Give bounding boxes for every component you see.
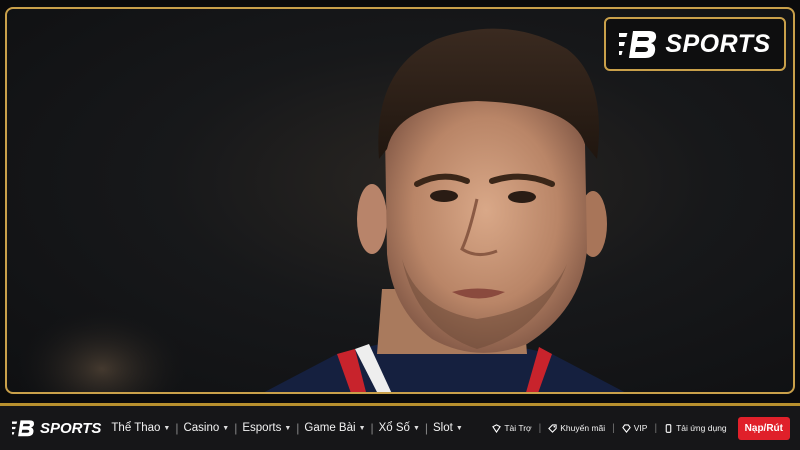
menu-item-xo-so[interactable]: Xổ Số ▼ — [379, 422, 420, 434]
phone-icon — [665, 423, 672, 433]
chevron-down-icon: ▼ — [358, 424, 366, 432]
diamond-icon — [621, 423, 631, 433]
menu-item-label: Slot — [433, 422, 453, 434]
menu-item-label: Xổ Số — [378, 422, 410, 434]
main-menu: Thể Thao ▼ | Casino ▼ | Esports ▼ | Game Bà… — [111, 421, 462, 435]
utility-links: Tài Trợ | Khuyến mãi | VIP | Tải ứng dụn… — [492, 416, 790, 440]
menu-divider: | — [424, 421, 429, 435]
menu-divider: | — [296, 421, 300, 435]
menu-item-esports[interactable]: Esports ▼ — [242, 422, 291, 434]
menu-item-label: Casino — [183, 422, 220, 434]
nav-logo[interactable]: SPORTS — [12, 418, 101, 438]
chevron-down-icon: ▼ — [222, 424, 230, 432]
menu-item-slot[interactable]: Slot ▼ — [433, 422, 463, 434]
b-logo-icon — [12, 420, 35, 437]
menu-item-label: Thể Thao — [111, 422, 161, 434]
chevron-down-icon: ▼ — [455, 424, 463, 432]
chevron-down-icon: ▼ — [284, 424, 292, 432]
deposit-withdraw-button[interactable]: Nạp/Rút — [737, 416, 790, 440]
menu-item-the-thao[interactable]: Thể Thao ▼ — [111, 422, 170, 434]
menu-item-game-bai[interactable]: Game Bài ▼ — [304, 422, 365, 434]
chevron-down-icon: ▼ — [412, 424, 420, 432]
menu-item-label: Esports — [242, 422, 282, 434]
chevron-down-icon: ▼ — [163, 424, 171, 432]
download-app-link[interactable]: Tải ứng dụng — [664, 423, 727, 433]
bottom-nav-bar: SPORTS Thể Thao ▼ | Casino ▼ | Esports ▼ | … — [0, 403, 800, 450]
download-app-label: Tải ứng dụng — [676, 423, 727, 433]
sponsor-label: Tài Trợ — [504, 423, 532, 433]
brand-name: SPORTS — [665, 29, 771, 58]
menu-item-label: Game Bài — [304, 422, 356, 434]
utility-divider: | — [538, 422, 542, 434]
menu-divider: | — [370, 421, 374, 435]
utility-divider: | — [612, 422, 615, 434]
tag-icon — [548, 423, 557, 433]
brand-logo-badge: SPORTS — [604, 17, 786, 71]
promotions-label: Khuyến mãi — [560, 423, 606, 433]
menu-divider: | — [234, 421, 238, 435]
sponsor-link[interactable]: Tài Trợ — [492, 423, 532, 433]
vip-link[interactable]: VIP — [621, 423, 648, 433]
menu-divider: | — [175, 421, 179, 435]
utility-divider: | — [654, 422, 658, 434]
menu-item-casino[interactable]: Casino ▼ — [183, 422, 229, 434]
sponsor-icon — [492, 423, 502, 433]
vip-label: VIP — [633, 423, 648, 433]
nav-brand-name: SPORTS — [40, 419, 102, 437]
promotions-link[interactable]: Khuyến mãi — [548, 423, 605, 433]
b-logo-icon — [619, 31, 657, 58]
